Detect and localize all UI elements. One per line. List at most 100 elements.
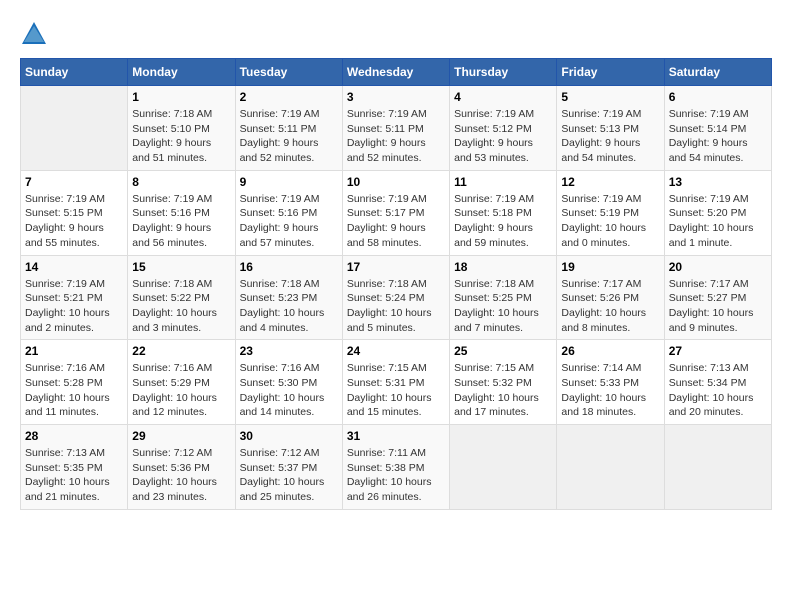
day-number: 18 [454, 260, 552, 274]
day-number: 2 [240, 90, 338, 104]
day-header-monday: Monday [128, 59, 235, 86]
day-header-sunday: Sunday [21, 59, 128, 86]
day-number: 5 [561, 90, 659, 104]
day-info: Sunrise: 7:16 AM Sunset: 5:30 PM Dayligh… [240, 361, 338, 420]
day-header-thursday: Thursday [450, 59, 557, 86]
day-number: 14 [25, 260, 123, 274]
day-number: 13 [669, 175, 767, 189]
day-number: 10 [347, 175, 445, 189]
day-number: 17 [347, 260, 445, 274]
day-info: Sunrise: 7:18 AM Sunset: 5:23 PM Dayligh… [240, 277, 338, 336]
day-info: Sunrise: 7:17 AM Sunset: 5:26 PM Dayligh… [561, 277, 659, 336]
calendar-cell: 6Sunrise: 7:19 AM Sunset: 5:14 PM Daylig… [664, 86, 771, 171]
calendar-cell: 3 Sunrise: 7:19 AM Sunset: 5:11 PM Daylig… [342, 86, 449, 171]
day-info: Sunrise: 7:12 AM Sunset: 5:36 PM Dayligh… [132, 446, 230, 505]
day-info: Sunrise: 7:17 AM Sunset: 5:27 PM Dayligh… [669, 277, 767, 336]
day-info: Sunrise: 7:19 AM Sunset: 5:11 PM Dayligh… [240, 107, 338, 166]
day-number: 3 [347, 90, 445, 104]
day-info: Sunrise: 7:19 AM Sunset: 5:17 PM Dayligh… [347, 192, 445, 251]
calendar-cell: 8 Sunrise: 7:19 AM Sunset: 5:16 PM Daylig… [128, 170, 235, 255]
day-number: 27 [669, 344, 767, 358]
calendar-cell: 5 Sunrise: 7:19 AM Sunset: 5:13 PM Daylig… [557, 86, 664, 171]
day-number: 25 [454, 344, 552, 358]
calendar-cell: 25 Sunrise: 7:15 AM Sunset: 5:32 PM Dayli… [450, 340, 557, 425]
calendar-cell [21, 86, 128, 171]
calendar-cell: 20 Sunrise: 7:17 AM Sunset: 5:27 PM Dayli… [664, 255, 771, 340]
calendar-cell: 14 Sunrise: 7:19 AM Sunset: 5:21 PM Dayli… [21, 255, 128, 340]
day-info: Sunrise: 7:18 AM Sunset: 5:10 PM Dayligh… [132, 107, 230, 166]
day-number: 24 [347, 344, 445, 358]
day-info: Sunrise: 7:11 AM Sunset: 5:38 PM Dayligh… [347, 446, 445, 505]
logo [20, 20, 52, 48]
week-row-5: 28 Sunrise: 7:13 AM Sunset: 5:35 PM Dayli… [21, 425, 772, 510]
day-info: Sunrise: 7:19 AM Sunset: 5:19 PM Dayligh… [561, 192, 659, 251]
day-number: 6 [669, 90, 767, 104]
week-row-1: 1 Sunrise: 7:18 AM Sunset: 5:10 PM Daylig… [21, 86, 772, 171]
day-info: Sunrise: 7:18 AM Sunset: 5:24 PM Dayligh… [347, 277, 445, 336]
calendar-cell: 2 Sunrise: 7:19 AM Sunset: 5:11 PM Daylig… [235, 86, 342, 171]
day-info: Sunrise: 7:16 AM Sunset: 5:29 PM Dayligh… [132, 361, 230, 420]
day-info: Sunrise: 7:18 AM Sunset: 5:25 PM Dayligh… [454, 277, 552, 336]
day-number: 23 [240, 344, 338, 358]
calendar-cell: 27 Sunrise: 7:13 AM Sunset: 5:34 PM Dayli… [664, 340, 771, 425]
week-row-4: 21 Sunrise: 7:16 AM Sunset: 5:28 PM Dayli… [21, 340, 772, 425]
day-info: Sunrise: 7:12 AM Sunset: 5:37 PM Dayligh… [240, 446, 338, 505]
calendar-cell: 23 Sunrise: 7:16 AM Sunset: 5:30 PM Dayli… [235, 340, 342, 425]
day-info: Sunrise: 7:19 AM Sunset: 5:12 PM Dayligh… [454, 107, 552, 166]
calendar-cell: 22 Sunrise: 7:16 AM Sunset: 5:29 PM Dayli… [128, 340, 235, 425]
calendar-cell: 19Sunrise: 7:17 AM Sunset: 5:26 PM Dayli… [557, 255, 664, 340]
calendar-cell: 15Sunrise: 7:18 AM Sunset: 5:22 PM Dayli… [128, 255, 235, 340]
day-info: Sunrise: 7:15 AM Sunset: 5:32 PM Dayligh… [454, 361, 552, 420]
calendar-cell: 31 Sunrise: 7:11 AM Sunset: 5:38 PM Dayli… [342, 425, 449, 510]
day-info: Sunrise: 7:19 AM Sunset: 5:15 PM Dayligh… [25, 192, 123, 251]
calendar-cell: 26Sunrise: 7:14 AM Sunset: 5:33 PM Dayli… [557, 340, 664, 425]
calendar-cell: 21 Sunrise: 7:16 AM Sunset: 5:28 PM Dayli… [21, 340, 128, 425]
calendar-cell: 1 Sunrise: 7:18 AM Sunset: 5:10 PM Daylig… [128, 86, 235, 171]
day-header-friday: Friday [557, 59, 664, 86]
day-info: Sunrise: 7:19 AM Sunset: 5:18 PM Dayligh… [454, 192, 552, 251]
day-info: Sunrise: 7:16 AM Sunset: 5:28 PM Dayligh… [25, 361, 123, 420]
day-header-tuesday: Tuesday [235, 59, 342, 86]
header-row: SundayMondayTuesdayWednesdayThursdayFrid… [21, 59, 772, 86]
day-number: 20 [669, 260, 767, 274]
calendar-cell: 13 Sunrise: 7:19 AM Sunset: 5:20 PM Dayli… [664, 170, 771, 255]
calendar-cell: 24Sunrise: 7:15 AM Sunset: 5:31 PM Dayli… [342, 340, 449, 425]
day-info: Sunrise: 7:19 AM Sunset: 5:11 PM Dayligh… [347, 107, 445, 166]
day-number: 8 [132, 175, 230, 189]
day-number: 21 [25, 344, 123, 358]
day-number: 22 [132, 344, 230, 358]
day-number: 30 [240, 429, 338, 443]
day-number: 11 [454, 175, 552, 189]
day-number: 9 [240, 175, 338, 189]
day-number: 12 [561, 175, 659, 189]
day-info: Sunrise: 7:14 AM Sunset: 5:33 PM Dayligh… [561, 361, 659, 420]
day-info: Sunrise: 7:19 AM Sunset: 5:21 PM Dayligh… [25, 277, 123, 336]
calendar-cell: 11 Sunrise: 7:19 AM Sunset: 5:18 PM Dayli… [450, 170, 557, 255]
day-number: 15 [132, 260, 230, 274]
calendar-cell: 16Sunrise: 7:18 AM Sunset: 5:23 PM Dayli… [235, 255, 342, 340]
calendar-cell [664, 425, 771, 510]
day-info: Sunrise: 7:13 AM Sunset: 5:35 PM Dayligh… [25, 446, 123, 505]
day-info: Sunrise: 7:19 AM Sunset: 5:16 PM Dayligh… [240, 192, 338, 251]
day-header-saturday: Saturday [664, 59, 771, 86]
calendar-cell: 12 Sunrise: 7:19 AM Sunset: 5:19 PM Dayli… [557, 170, 664, 255]
calendar-cell: 9 Sunrise: 7:19 AM Sunset: 5:16 PM Daylig… [235, 170, 342, 255]
day-info: Sunrise: 7:19 AM Sunset: 5:16 PM Dayligh… [132, 192, 230, 251]
day-number: 1 [132, 90, 230, 104]
calendar-cell: 18 Sunrise: 7:18 AM Sunset: 5:25 PM Dayli… [450, 255, 557, 340]
calendar-cell [557, 425, 664, 510]
day-number: 31 [347, 429, 445, 443]
day-info: Sunrise: 7:13 AM Sunset: 5:34 PM Dayligh… [669, 361, 767, 420]
calendar-cell: 17 Sunrise: 7:18 AM Sunset: 5:24 PM Dayli… [342, 255, 449, 340]
day-number: 7 [25, 175, 123, 189]
week-row-2: 7 Sunrise: 7:19 AM Sunset: 5:15 PM Daylig… [21, 170, 772, 255]
day-number: 4 [454, 90, 552, 104]
calendar-cell: 29Sunrise: 7:12 AM Sunset: 5:36 PM Dayli… [128, 425, 235, 510]
day-info: Sunrise: 7:19 AM Sunset: 5:20 PM Dayligh… [669, 192, 767, 251]
calendar-cell [450, 425, 557, 510]
page-header [20, 20, 772, 48]
calendar-cell: 30 Sunrise: 7:12 AM Sunset: 5:37 PM Dayli… [235, 425, 342, 510]
day-number: 28 [25, 429, 123, 443]
calendar-cell: 7 Sunrise: 7:19 AM Sunset: 5:15 PM Daylig… [21, 170, 128, 255]
day-info: Sunrise: 7:19 AM Sunset: 5:13 PM Dayligh… [561, 107, 659, 166]
